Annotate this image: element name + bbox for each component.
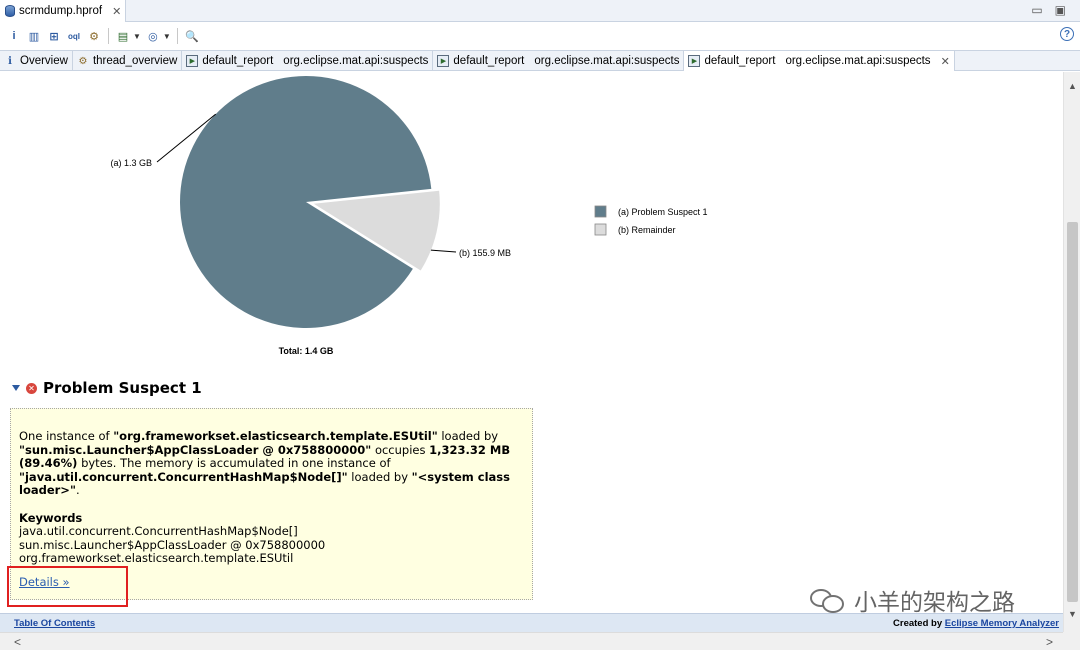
desc-text: loaded by bbox=[347, 469, 412, 484]
tab-default-report-1[interactable]: ▶ default_report org.eclipse.mat.api:sus… bbox=[182, 51, 434, 71]
keywords-heading: Keywords bbox=[19, 510, 83, 525]
expand-triangle-icon[interactable] bbox=[12, 385, 20, 391]
info-icon[interactable]: i bbox=[6, 28, 22, 44]
maximize-button[interactable]: ▣ bbox=[1055, 3, 1066, 17]
tab-sublabel: org.eclipse.mat.api:suspects bbox=[534, 55, 680, 67]
table-of-contents-link[interactable]: Table Of Contents bbox=[14, 618, 95, 629]
callout-label-a: (a) 1.3 GB bbox=[110, 158, 152, 168]
section-header[interactable]: ✕ Problem Suspect 1 bbox=[12, 379, 202, 397]
legend-label: (b) Remainder bbox=[618, 225, 676, 235]
minimize-button[interactable]: ▭ bbox=[1031, 3, 1042, 17]
legend-swatch bbox=[594, 223, 607, 236]
suspect-description: One instance of "org.frameworkset.elasti… bbox=[19, 429, 524, 498]
tab-default-report-3[interactable]: ▶ default_report org.eclipse.mat.api:sus… bbox=[684, 51, 955, 71]
watermark: 小羊的架构之路 bbox=[808, 583, 1015, 617]
report-content: (a) 1.3 GB (b) 155.9 MB Total: 1.4 GB (a) P… bbox=[0, 72, 1063, 632]
info-icon: i bbox=[8, 55, 12, 67]
close-icon[interactable]: ✕ bbox=[941, 55, 950, 68]
editor-tab-heap-dump[interactable]: scrmdump.hprof ✕ bbox=[0, 0, 126, 22]
toolbar: i ▥ ⊞ oql ⚙ ▤ ▼ ◎ ▼ 🔍 ? bbox=[0, 22, 1080, 50]
scroll-up-icon[interactable]: ▲ bbox=[1064, 78, 1080, 94]
search-icon[interactable]: 🔍 bbox=[184, 28, 200, 44]
run-report-icon[interactable]: ▤ bbox=[115, 28, 131, 44]
callout-line-b bbox=[430, 249, 457, 253]
report-icon: ▶ bbox=[437, 55, 450, 67]
desc-text: occupies bbox=[371, 442, 430, 457]
created-by: Created by Eclipse Memory Analyzer bbox=[893, 618, 1059, 629]
histogram-icon[interactable]: ▥ bbox=[26, 28, 42, 44]
pie-chart: (a) 1.3 GB (b) 155.9 MB Total: 1.4 GB (a) P… bbox=[110, 75, 708, 356]
desc-text: . bbox=[75, 483, 80, 497]
toolbar-separator bbox=[176, 28, 178, 44]
keyword-item: org.frameworkset.elasticsearch.template.… bbox=[19, 551, 294, 565]
tab-label: thread_overview bbox=[92, 55, 178, 67]
horizontal-scrollbar[interactable]: < > bbox=[0, 632, 1063, 650]
help-icon[interactable]: ? bbox=[1060, 27, 1074, 41]
tab-overview[interactable]: i Overview bbox=[0, 51, 73, 71]
tab-sublabel: org.eclipse.mat.api:suspects bbox=[283, 55, 429, 67]
desc-text: One instance of bbox=[19, 429, 114, 443]
error-icon: ✕ bbox=[26, 382, 37, 394]
close-icon[interactable]: ✕ bbox=[112, 5, 121, 18]
highlight-box bbox=[7, 566, 128, 607]
keyword-item: java.util.concurrent.ConcurrentHashMap$N… bbox=[19, 524, 298, 538]
chevron-down-icon[interactable]: ▼ bbox=[133, 32, 141, 41]
tab-thread-overview[interactable]: ⚙ thread_overview bbox=[73, 51, 183, 71]
thread-overview-icon[interactable]: ⚙ bbox=[86, 28, 102, 44]
keyword-item: sun.misc.Launcher$AppClassLoader @ 0x758… bbox=[19, 537, 326, 552]
suspect-title: Problem Suspect 1 bbox=[43, 379, 202, 397]
scrollbar-thumb[interactable] bbox=[1067, 222, 1078, 602]
report-tab-bar: i Overview ⚙ thread_overview ▶ default_r… bbox=[0, 50, 1080, 71]
class-loader: "sun.misc.Launcher$AppClassLoader @ 0x75… bbox=[19, 442, 372, 457]
tab-label: Overview bbox=[20, 55, 68, 67]
class-name: "org.frameworkset.elasticsearch.template… bbox=[113, 429, 438, 443]
toolbar-separator bbox=[108, 28, 109, 44]
editor-tab-bar: scrmdump.hprof ✕ ▭ ▣ bbox=[0, 0, 1080, 22]
scrollbar-corner bbox=[1063, 632, 1080, 650]
database-icon bbox=[5, 5, 15, 17]
wechat-logo-icon bbox=[808, 587, 848, 613]
watermark-text: 小羊的架构之路 bbox=[854, 590, 1015, 616]
chevron-down-icon[interactable]: ▼ bbox=[163, 32, 171, 41]
vertical-scrollbar[interactable]: ▲ ▼ bbox=[1063, 72, 1080, 632]
tab-sublabel: org.eclipse.mat.api:suspects bbox=[785, 55, 931, 67]
callout-label-b: (b) 155.9 MB bbox=[459, 248, 511, 258]
scroll-down-icon[interactable]: ▼ bbox=[1064, 606, 1080, 622]
tab-default-report-2[interactable]: ▶ default_report org.eclipse.mat.api:sus… bbox=[433, 51, 685, 71]
legend-label: (a) Problem Suspect 1 bbox=[618, 207, 708, 217]
scroll-right-icon[interactable]: > bbox=[1046, 635, 1053, 649]
report-icon: ▶ bbox=[688, 55, 701, 67]
scroll-left-icon[interactable]: < bbox=[14, 635, 21, 649]
tab-label: default_report bbox=[704, 55, 776, 67]
editor-tab-title: scrmdump.hprof bbox=[19, 5, 103, 17]
heap-dump-icon[interactable]: ◎ bbox=[145, 28, 161, 44]
report-icon: ▶ bbox=[186, 55, 199, 67]
oql-icon[interactable]: oql bbox=[66, 28, 82, 44]
tab-label: default_report bbox=[202, 55, 274, 67]
window-controls: ▭ ▣ bbox=[1031, 3, 1066, 17]
thread-icon: ⚙ bbox=[78, 55, 88, 67]
tab-label: default_report bbox=[453, 55, 525, 67]
desc-text: bytes. The memory is accumulated in one … bbox=[77, 456, 391, 470]
desc-text: loaded by bbox=[437, 429, 499, 443]
accumulator-class: "java.util.concurrent.ConcurrentHashMap$… bbox=[19, 469, 348, 484]
eclipse-mat-link[interactable]: Eclipse Memory Analyzer bbox=[945, 618, 1059, 629]
pie-total-label: Total: 1.4 GB bbox=[279, 346, 334, 356]
dominator-tree-icon[interactable]: ⊞ bbox=[46, 28, 62, 44]
legend-swatch bbox=[594, 205, 607, 218]
created-by-label: Created by bbox=[893, 618, 945, 629]
